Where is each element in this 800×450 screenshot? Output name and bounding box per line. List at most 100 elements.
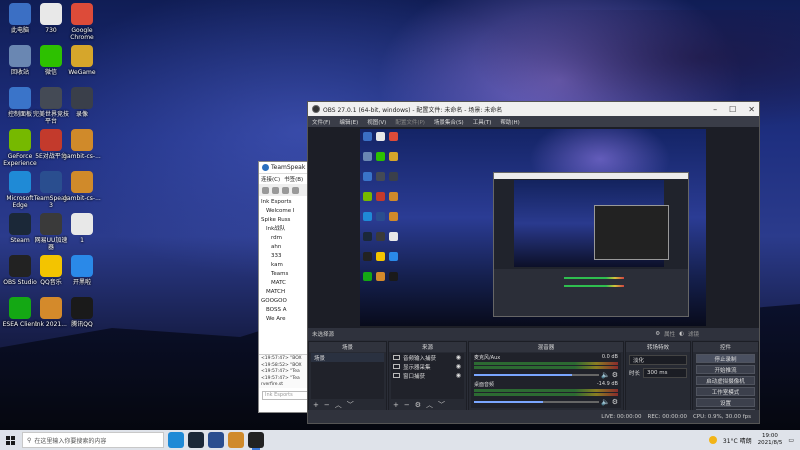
channel-tree-item[interactable]: MATCH	[261, 288, 313, 297]
teamspeak-chat-input[interactable]: Ink Esports	[262, 391, 310, 400]
channel-tree-item[interactable]: Welcome I	[261, 207, 313, 216]
desktop-icon[interactable]: 开黑啦	[63, 255, 101, 286]
obs-menu-item[interactable]: 编辑(E)	[339, 118, 358, 126]
search-icon: ⚲	[27, 436, 32, 444]
mute-icon[interactable]	[292, 186, 299, 194]
up-icon[interactable]: ︿	[335, 400, 342, 410]
channel-tree-item[interactable]: Teams	[261, 270, 313, 279]
obs-preview-canvas[interactable]	[360, 129, 706, 326]
eye-icon[interactable]: ◉	[456, 372, 461, 379]
taskbar-steam-icon[interactable]	[188, 432, 204, 448]
preview-kaiheila-icon	[389, 252, 398, 261]
channel-tree-item[interactable]: rdm	[261, 234, 313, 243]
transition-select[interactable]: 淡化	[629, 355, 687, 365]
notification-icon[interactable]: ▭	[788, 437, 794, 444]
control-button[interactable]: 启动虚拟摄像机	[696, 376, 755, 385]
teamspeak-titlebar[interactable]: TeamSpeak 3	[259, 162, 313, 174]
channel-tree-item[interactable]: BOSS A	[261, 306, 313, 315]
away-icon[interactable]	[282, 186, 289, 194]
down-icon[interactable]: ﹀	[347, 400, 354, 410]
up-icon[interactable]: ︿	[426, 400, 433, 410]
weather-label[interactable]: 31°C 晴朗	[723, 436, 752, 445]
volume-meter	[474, 366, 618, 369]
speaker-icon[interactable]: 🔈	[601, 371, 610, 379]
desktop-icon[interactable]: gambit-cs-...	[63, 171, 101, 202]
channel-tree-item[interactable]: ahn	[261, 243, 313, 252]
obs-menu-item[interactable]: 工具(T)	[473, 118, 492, 126]
obs-menu-item[interactable]: 帮助(H)	[500, 118, 519, 126]
connect-icon[interactable]	[262, 186, 269, 194]
teamspeak-window[interactable]: TeamSpeak 3 连接(C) 书签(B) Ink Esports Welco…	[258, 161, 314, 413]
eye-icon[interactable]: ◉	[456, 363, 461, 370]
obs-menu-item[interactable]: 文件(F)	[312, 118, 330, 126]
desktop-icon[interactable]: 腾讯QQ	[63, 297, 101, 328]
remove-icon[interactable]: −	[404, 401, 410, 409]
filter-icon[interactable]: ◐	[679, 331, 684, 337]
desktop-icon[interactable]: Google Chrome	[63, 3, 101, 41]
channel-tree-item[interactable]: Spike Russ	[261, 216, 313, 225]
nested-sub-window	[594, 205, 669, 260]
taskbar-obs-icon[interactable]	[248, 432, 264, 450]
channel-tree-item[interactable]: Ink战队	[261, 225, 313, 234]
down-icon[interactable]: ﹀	[438, 400, 445, 410]
taskbar-teamspeak-icon[interactable]	[208, 432, 224, 448]
desktop-icon-label: 开黑啦	[72, 279, 91, 286]
control-button[interactable]: 停止录制	[696, 354, 755, 363]
wechat-icon	[40, 45, 62, 67]
close-icon[interactable]: ✕	[748, 105, 755, 114]
obs-menu-item[interactable]: 场景集合(S)	[434, 118, 464, 126]
clock[interactable]: 19:00 2021/8/5	[758, 433, 783, 447]
desktop-icon[interactable]: WeGame	[63, 45, 101, 76]
nested-docks	[494, 269, 688, 316]
taskbar-edge-icon[interactable]	[168, 432, 184, 448]
disconnect-icon[interactable]	[272, 186, 279, 194]
obs-menu-item[interactable]: 配置文件(P)	[395, 118, 425, 126]
channel-tree-item[interactable]: kam	[261, 261, 313, 270]
teamspeak-menu-bookmarks[interactable]: 书签(B)	[284, 175, 303, 183]
gear-icon[interactable]: ⚙	[612, 371, 618, 379]
control-button[interactable]: 设置	[696, 398, 755, 407]
speaker-icon[interactable]: 🔈	[601, 398, 610, 406]
add-icon[interactable]: +	[313, 401, 319, 409]
source-item[interactable]: 显示器采集 ◉	[391, 362, 464, 371]
properties-button[interactable]: 属性	[664, 330, 675, 338]
volume-slider[interactable]	[474, 401, 599, 403]
taskbar-search-box[interactable]: ⚲ 在这里输入你要搜索的内容	[22, 432, 164, 448]
scene-item[interactable]: 场景	[311, 353, 384, 362]
duration-input[interactable]: 300 ms	[643, 368, 687, 378]
scenes-list[interactable]: 场景	[311, 353, 384, 399]
obs-preview-panel[interactable]	[308, 127, 759, 329]
gear-icon[interactable]: ⚙	[415, 401, 421, 409]
obs-titlebar[interactable]: OBS 27.0.1 (64-bit, windows) - 配置文件: 未命名…	[308, 102, 759, 116]
maximize-icon[interactable]: ☐	[729, 105, 736, 114]
desktop-icon[interactable]: 1	[63, 213, 101, 244]
nested-meter	[564, 277, 624, 279]
obs-icon	[9, 255, 31, 277]
source-item[interactable]: 窗口捕获 ◉	[391, 371, 464, 380]
source-item[interactable]: 音频输入捕获 ◉	[391, 353, 464, 362]
channel-tree-item[interactable]: We Are	[261, 315, 313, 324]
desktop-icon[interactable]: gambit-cs-...	[63, 129, 101, 160]
channel-tree-item[interactable]: 333	[261, 252, 313, 261]
desktop-icon[interactable]: 录像	[63, 87, 101, 118]
teamspeak-channel-tree[interactable]: Ink Esports Welcome I Spike Russ Ink战队 rdm ah…	[259, 196, 313, 324]
obs-menu-item[interactable]: 视图(V)	[367, 118, 386, 126]
channel-tree-item[interactable]: MATC	[261, 279, 313, 288]
sources-list[interactable]: 音频输入捕获 ◉ 显示器采集 ◉ 窗口捕获 ◉	[391, 353, 464, 399]
teamspeak-menu-connect[interactable]: 连接(C)	[261, 175, 280, 183]
gear-icon[interactable]: ⚙	[612, 398, 618, 406]
taskbar-csgo-icon[interactable]	[228, 432, 244, 448]
volume-slider[interactable]	[474, 374, 599, 376]
channel-tree-item[interactable]: GOOGOO	[261, 297, 313, 306]
obs-window[interactable]: OBS 27.0.1 (64-bit, windows) - 配置文件: 未命名…	[307, 101, 760, 424]
minimize-icon[interactable]: –	[713, 105, 717, 114]
control-button[interactable]: 开始推流	[696, 365, 755, 374]
start-button[interactable]	[0, 430, 20, 450]
control-button[interactable]: 工作室模式	[696, 387, 755, 396]
remove-icon[interactable]: −	[324, 401, 330, 409]
eye-icon[interactable]: ◉	[456, 354, 461, 361]
add-icon[interactable]: +	[393, 401, 399, 409]
channel-tree-item[interactable]: Ink Esports	[261, 198, 313, 207]
gear-icon[interactable]: ⚙	[655, 331, 660, 337]
filters-button[interactable]: 滤镜	[688, 330, 699, 338]
